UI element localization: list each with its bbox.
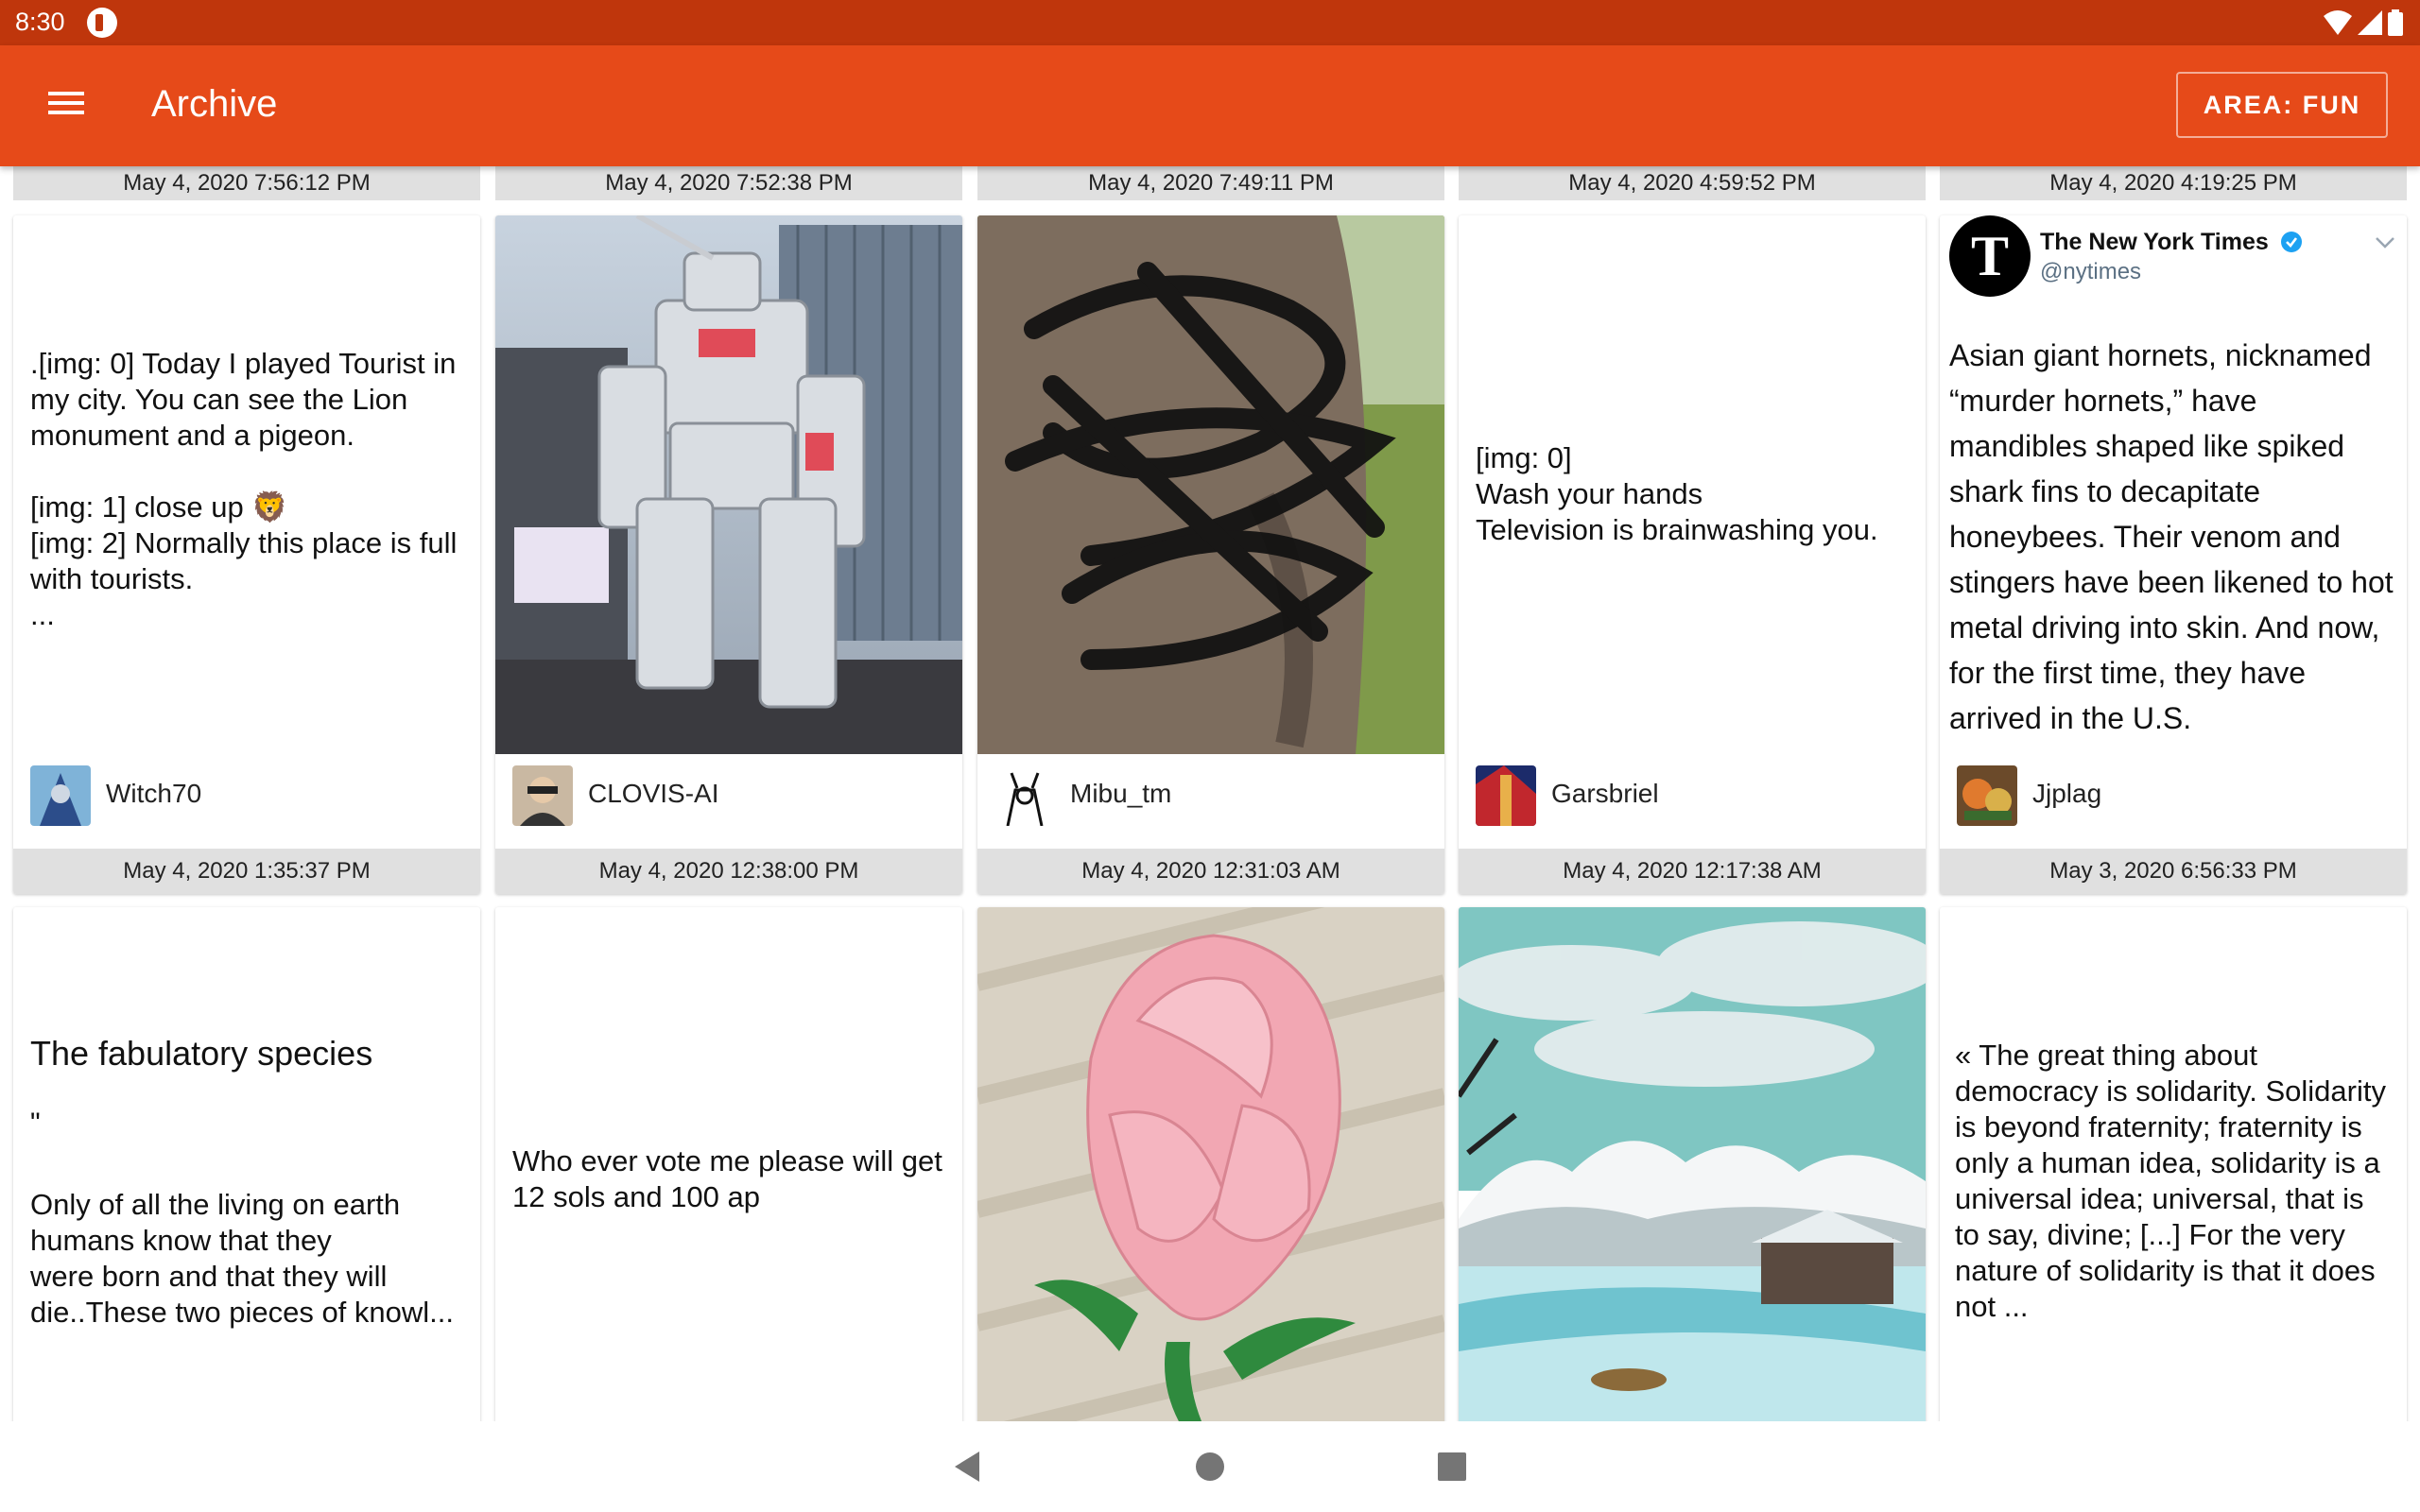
avatar[interactable] xyxy=(512,765,573,826)
post-text: .[img: 0] Today I played Tourist in my c… xyxy=(30,347,458,631)
post-text: Who ever vote me please will get 12 sols… xyxy=(512,1144,942,1213)
username[interactable]: Garsbriel xyxy=(1551,779,1659,809)
system-icons xyxy=(2324,9,2403,36)
post-body: The fabulatory species " Only of all the… xyxy=(13,907,480,1421)
post-image xyxy=(1459,907,1926,1421)
tweet-embed: T The New York Times @nytimes Asian gian… xyxy=(1940,215,2407,754)
post-footer: Mibu_tm xyxy=(977,754,1444,828)
post-card[interactable] xyxy=(1459,907,1926,1421)
home-icon[interactable] xyxy=(1191,1448,1229,1486)
post-card[interactable]: The fabulatory species " Only of all the… xyxy=(13,907,480,1421)
post-body: .[img: 0] Today I played Tourist in my c… xyxy=(13,215,480,754)
notification-app-icon xyxy=(87,8,117,38)
avatar[interactable] xyxy=(994,765,1055,826)
username[interactable]: Mibu_tm xyxy=(1070,779,1171,809)
battery-icon xyxy=(2388,9,2403,36)
username[interactable]: CLOVIS-AI xyxy=(588,779,718,809)
post-footer: Jjplag xyxy=(1940,754,2407,828)
post-body: [img: 0] Wash your hands Television is b… xyxy=(1459,215,1926,754)
post-title: The fabulatory species xyxy=(30,1034,373,1073)
post-text: « The great thing about democracy is sol… xyxy=(1955,1039,2386,1323)
menu-icon[interactable] xyxy=(45,87,87,125)
navigation-bar xyxy=(0,1421,2420,1512)
post-card[interactable]: Mibu_tm May 4, 2020 12:31:03 AM xyxy=(977,215,1444,894)
tweet-avatar: T xyxy=(1949,215,2031,297)
post-image xyxy=(977,215,1444,754)
card-date: May 4, 2020 12:31:03 AM xyxy=(977,849,1444,894)
archive-grid[interactable]: May 4, 2020 7:56:12 PM May 4, 2020 7:52:… xyxy=(0,166,2420,1421)
card-date: May 3, 2020 6:56:33 PM xyxy=(1940,849,2407,894)
app-bar: Archive AREA: FUN xyxy=(0,45,2420,166)
post-quote-mark: " xyxy=(30,1108,41,1139)
tweet-handle: @nytimes xyxy=(2040,259,2142,284)
post-card[interactable]: Who ever vote me please will get 12 sols… xyxy=(495,907,962,1421)
post-card[interactable]: T The New York Times @nytimes Asian gian… xyxy=(1940,215,2407,894)
card-date: May 4, 2020 7:56:12 PM xyxy=(13,166,480,200)
card-date: May 4, 2020 7:52:38 PM xyxy=(495,166,962,200)
post-footer: Garsbriel xyxy=(1459,754,1926,828)
post-card[interactable]: .[img: 0] Today I played Tourist in my c… xyxy=(13,215,480,894)
post-card[interactable] xyxy=(977,907,1444,1421)
wifi-icon xyxy=(2324,10,2352,35)
page-title: Archive xyxy=(151,83,278,125)
recents-icon[interactable] xyxy=(1433,1448,1471,1486)
post-text: Only of all the living on earth humans k… xyxy=(30,1188,455,1329)
back-icon[interactable] xyxy=(949,1448,987,1486)
post-card[interactable]: [img: 0] Wash your hands Television is b… xyxy=(1459,215,1926,894)
tweet-author: The New York Times xyxy=(2040,229,2269,255)
username[interactable]: Witch70 xyxy=(106,779,201,809)
post-body: « The great thing about democracy is sol… xyxy=(1940,907,2407,1421)
avatar[interactable] xyxy=(1476,765,1536,826)
card-date: May 4, 2020 12:17:38 AM xyxy=(1459,849,1926,894)
post-footer: CLOVIS-AI xyxy=(495,754,962,828)
verified-icon xyxy=(2281,232,2302,252)
card-date: May 4, 2020 4:59:52 PM xyxy=(1459,166,1926,200)
status-bar: 8:30 xyxy=(0,0,2420,45)
tweet-text: Asian giant hornets, nicknamed “murder h… xyxy=(1949,338,2394,735)
post-card[interactable]: « The great thing about democracy is sol… xyxy=(1940,907,2407,1421)
username[interactable]: Jjplag xyxy=(2032,779,2101,809)
signal-icon xyxy=(2358,10,2382,35)
post-text: [img: 0] Wash your hands Television is b… xyxy=(1476,441,1878,546)
post-card[interactable]: CLOVIS-AI May 4, 2020 12:38:00 PM xyxy=(495,215,962,894)
post-image xyxy=(495,215,962,754)
area-button[interactable]: AREA: FUN xyxy=(2176,72,2388,138)
chevron-down-icon[interactable] xyxy=(2375,236,2395,249)
card-date: May 4, 2020 12:38:00 PM xyxy=(495,849,962,894)
avatar[interactable] xyxy=(1957,765,2017,826)
card-date: May 4, 2020 4:19:25 PM xyxy=(1940,166,2407,200)
status-time: 8:30 xyxy=(15,8,65,36)
card-date: May 4, 2020 1:35:37 PM xyxy=(13,849,480,894)
post-footer: Witch70 xyxy=(13,754,480,828)
card-date: May 4, 2020 7:49:11 PM xyxy=(977,166,1444,200)
post-body: Who ever vote me please will get 12 sols… xyxy=(495,907,962,1421)
avatar[interactable] xyxy=(30,765,91,826)
post-image xyxy=(977,907,1444,1421)
